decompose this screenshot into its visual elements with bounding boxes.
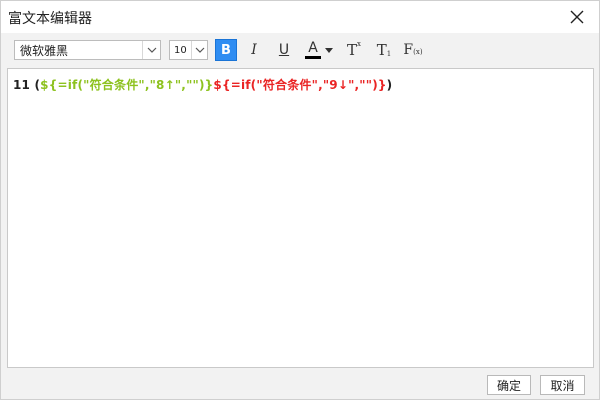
font-color-button[interactable]: A — [301, 39, 337, 61]
editor-content: 11 (${=if("符合条件","8↑","")}${=if("符合条件","… — [13, 76, 392, 93]
superscript-button[interactable]: Tx — [344, 39, 364, 61]
underline-button[interactable]: U — [275, 39, 293, 61]
editor-area[interactable]: 11 (${=if("符合条件","8↑","")}${=if("符合条件","… — [7, 68, 594, 368]
font-size-select[interactable]: 10 — [169, 40, 208, 60]
content-prefix: 11 ( — [13, 78, 41, 92]
font-color-icon: A — [305, 40, 321, 60]
close-icon — [570, 10, 584, 24]
chevron-down-icon — [147, 47, 156, 53]
rich-text-editor-dialog: 富文本编辑器 微软雅黑 10 B I U A T x T 1 F (x) 11 … — [0, 0, 600, 400]
subscript-label: T — [376, 41, 387, 59]
ok-button[interactable]: 确定 — [487, 375, 531, 395]
formatting-toolbar: 微软雅黑 10 B I U A Tx T1 F (x) — [1, 33, 599, 67]
chevron-down-icon — [195, 47, 204, 53]
cancel-button[interactable]: 取消 — [540, 375, 585, 395]
superscript-small: x — [357, 40, 361, 48]
close-button[interactable] — [567, 7, 587, 27]
green-formula-segment: ${=if("符合条件","8↑","")} — [40, 78, 214, 92]
formula-label: F — [403, 42, 414, 58]
red-formula-segment: ${=if("符合条件","9↓","")} — [213, 78, 387, 92]
font-family-dropdown[interactable] — [142, 41, 160, 59]
font-size-value: 10 — [174, 44, 187, 56]
formula-small: (x) — [413, 48, 423, 56]
font-family-value: 微软雅黑 — [20, 43, 69, 58]
font-size-dropdown[interactable] — [191, 41, 207, 59]
chevron-down-icon[interactable] — [325, 47, 333, 53]
title-bar: 富文本编辑器 — [1, 1, 599, 33]
superscript-label: T — [347, 41, 358, 59]
italic-button[interactable]: I — [245, 39, 263, 61]
subscript-button[interactable]: T1 — [374, 39, 394, 61]
font-color-label: A — [308, 40, 318, 56]
subscript-small: 1 — [386, 50, 392, 58]
font-family-select[interactable]: 微软雅黑 — [14, 40, 161, 60]
font-color-swatch — [305, 56, 321, 59]
bold-button[interactable]: B — [215, 39, 237, 61]
formula-button[interactable]: F (x) — [402, 39, 424, 61]
dialog-title: 富文本编辑器 — [8, 11, 92, 27]
content-suffix: ) — [386, 78, 393, 92]
